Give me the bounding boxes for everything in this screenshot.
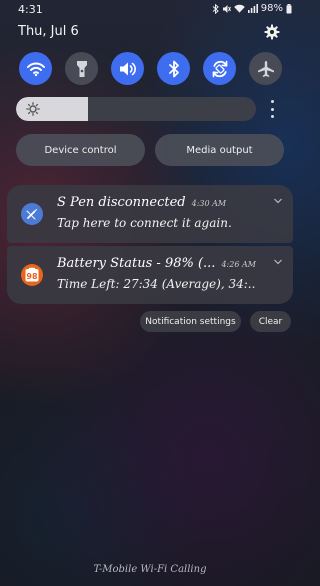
chevron-down-icon[interactable] [273, 197, 283, 205]
notification-title: S Pen disconnected 4:30 AM [57, 195, 226, 210]
status-time: 4:31 [18, 3, 43, 16]
notification-title: Battery Status - 98% (... 4:26 AM [57, 256, 256, 271]
notification-title-text: Battery Status - 98% (... [57, 256, 216, 271]
status-icons: 98% [212, 3, 292, 14]
battery-percent: 98% [260, 3, 283, 14]
notification-settings-button[interactable]: Notification settings [140, 311, 241, 332]
s-pen-icon [21, 203, 43, 225]
bluetooth-icon [168, 60, 179, 77]
bluetooth-toggle[interactable] [157, 52, 190, 85]
media-output-button[interactable]: Media output [155, 134, 284, 166]
device-control-button[interactable]: Device control [16, 134, 145, 166]
brightness-slider[interactable] [16, 97, 256, 121]
notification-s-pen[interactable]: S Pen disconnected 4:30 AM Tap here to co… [7, 185, 293, 243]
bluetooth-status-icon [212, 3, 219, 14]
date-label: Thu, Jul 6 [18, 24, 79, 39]
notification-time: 4:30 AM [191, 199, 227, 208]
sound-toggle[interactable] [111, 52, 144, 85]
brightness-sun-icon [26, 102, 40, 116]
notification-title-text: S Pen disconnected [57, 195, 186, 210]
notification-battery-status[interactable]: 98 Battery Status - 98% (... 4:26 AM Time… [7, 246, 293, 304]
signal-status-icon [247, 4, 258, 13]
auto-rotate-toggle[interactable] [203, 52, 236, 85]
airplane-mode-toggle[interactable] [249, 52, 282, 85]
battery-app-icon: 98 [21, 264, 43, 286]
volume-icon [119, 62, 136, 75]
more-options-icon[interactable] [264, 100, 280, 118]
carrier-label: T-Mobile Wi-Fi Calling [93, 564, 207, 575]
notification-body: Tap here to connect it again. [57, 216, 232, 230]
clear-button[interactable]: Clear [250, 311, 291, 332]
battery-app-icon-text: 98 [26, 272, 38, 281]
status-bar: 4:31 98% [0, 0, 300, 20]
notification-body: Time Left: 27:34 (Average), 34:.. [57, 277, 256, 291]
flashlight-icon [76, 60, 87, 77]
notification-time: 4:26 AM [221, 260, 256, 269]
wifi-toggle[interactable] [19, 52, 52, 85]
settings-gear-icon[interactable] [264, 24, 280, 40]
wifi-icon [26, 62, 45, 76]
flashlight-toggle[interactable] [65, 52, 98, 85]
mute-status-icon [222, 4, 231, 13]
rotate-icon [212, 60, 227, 77]
airplane-icon [257, 60, 274, 77]
chevron-down-icon[interactable] [273, 258, 283, 266]
battery-status-icon [286, 3, 292, 13]
quick-settings-row [0, 52, 300, 86]
wifi-status-icon [233, 4, 245, 13]
